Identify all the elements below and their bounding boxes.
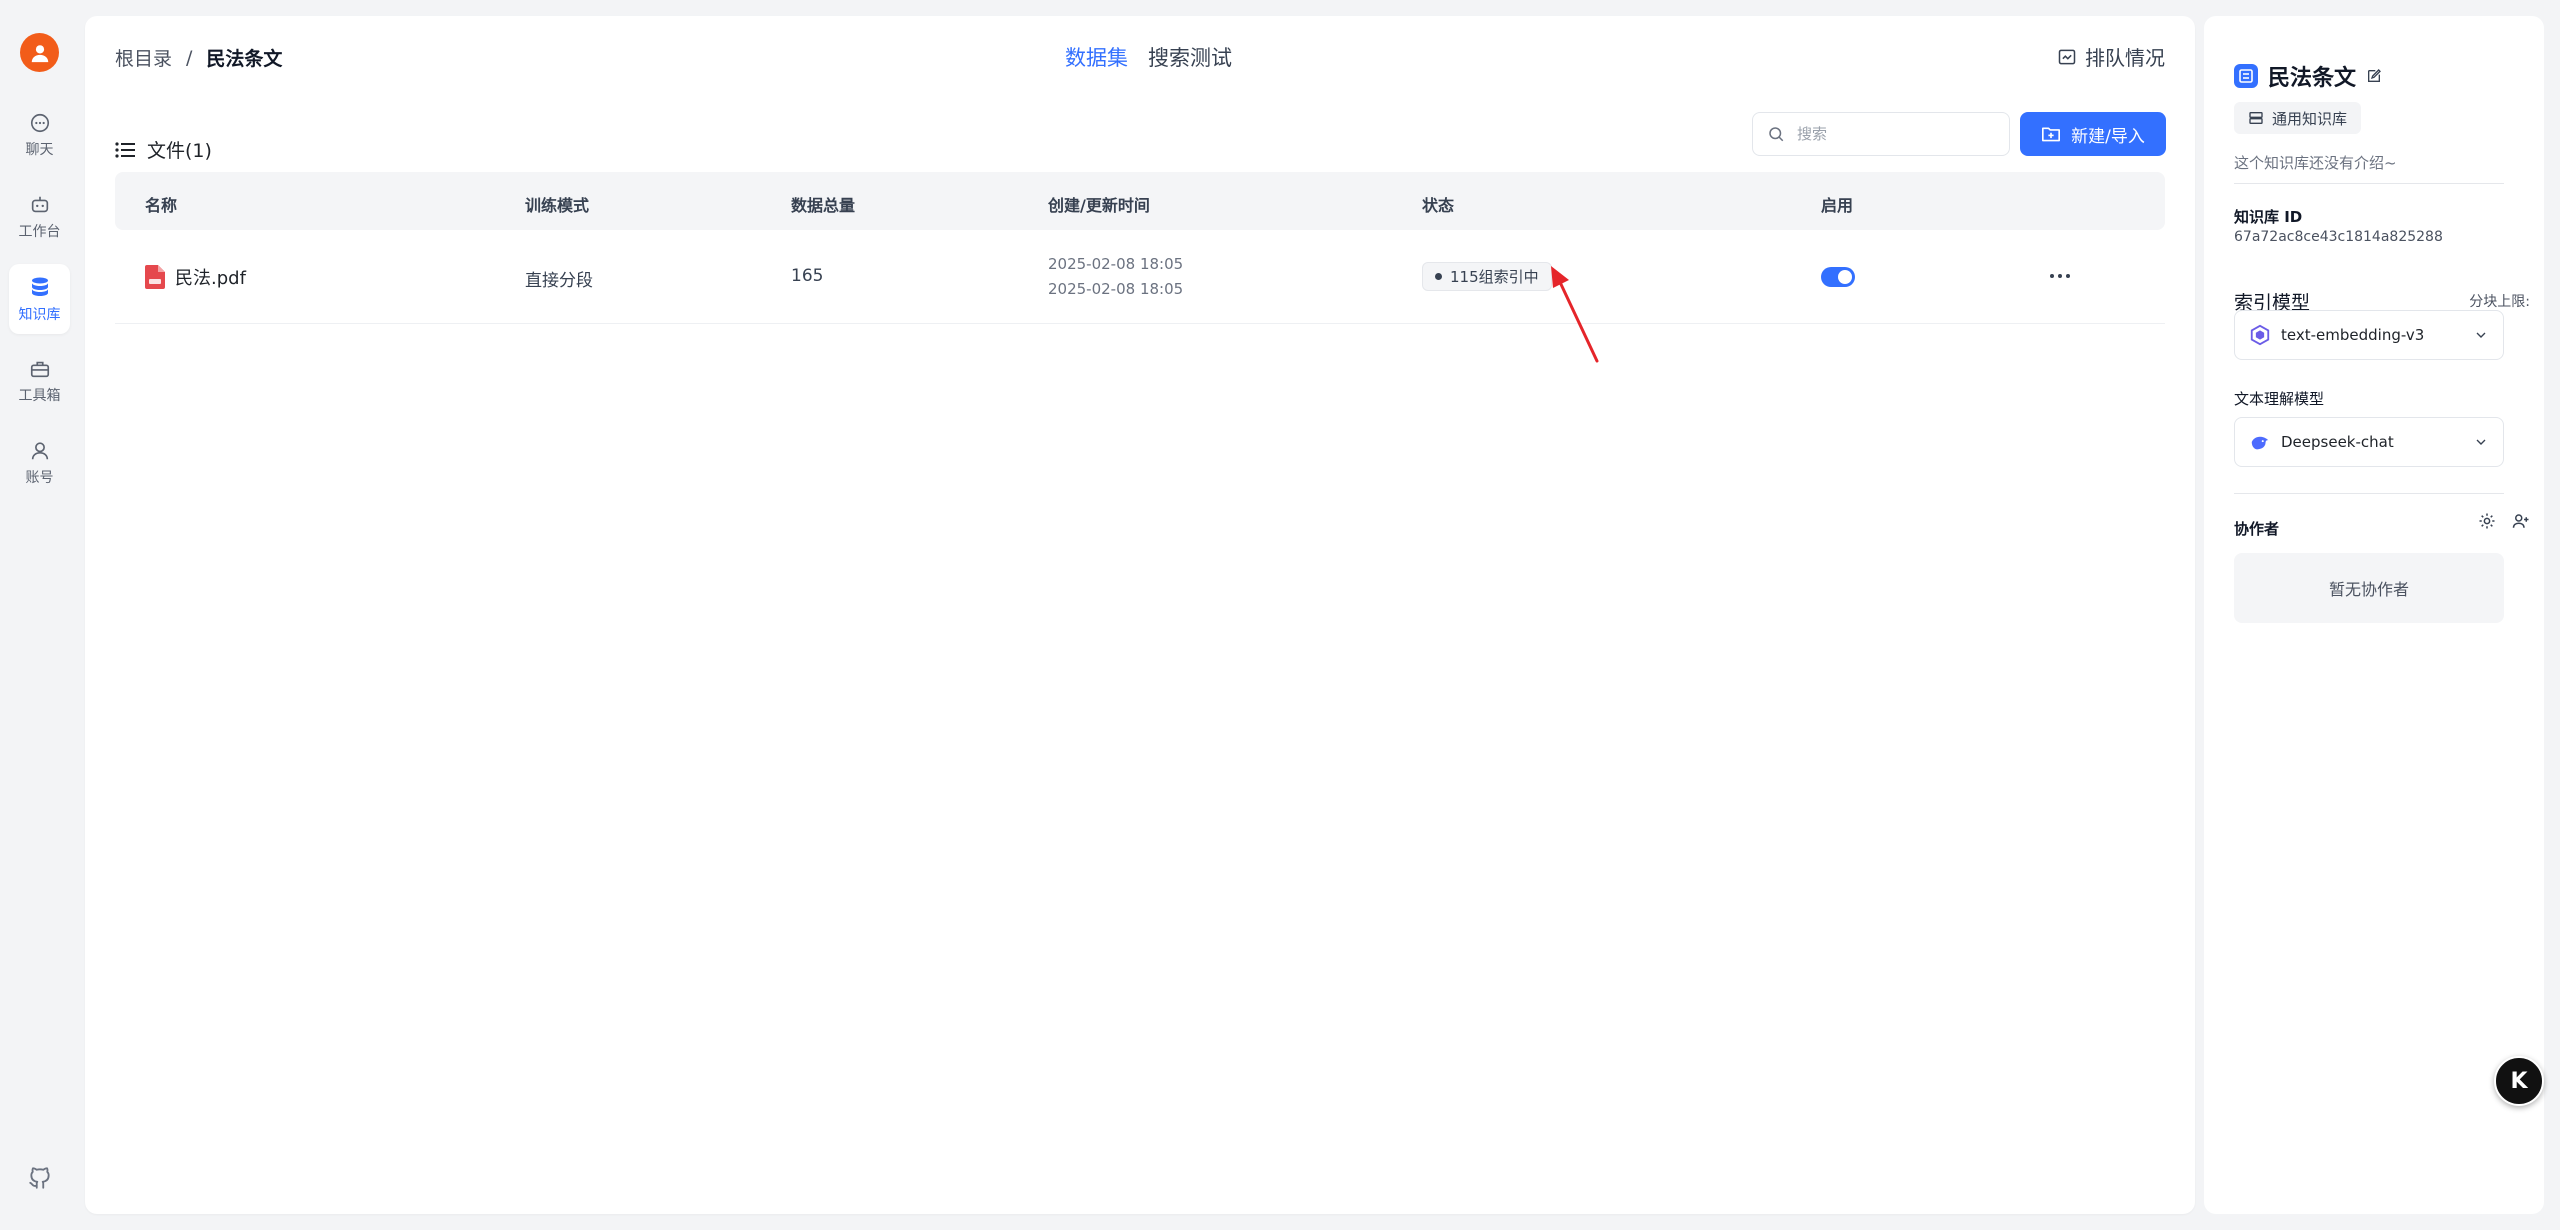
header-tabs: 数据集 搜索测试 bbox=[1065, 42, 1232, 72]
table-header: 名称 训练模式 数据总量 创建/更新时间 状态 启用 bbox=[115, 172, 2165, 230]
column-header-status: 状态 bbox=[1422, 196, 1455, 215]
kb-title: 民法条文 bbox=[2234, 60, 2382, 92]
storage-icon bbox=[2249, 112, 2263, 124]
user-avatar-icon bbox=[31, 44, 48, 62]
nav-item-label: 工具箱 bbox=[18, 387, 61, 404]
index-model-value: text-embedding-v3 bbox=[2281, 326, 2425, 344]
queue-status-button[interactable]: 排队情况 bbox=[2057, 42, 2165, 71]
main-panel: 根目录 / 民法条文 数据集 搜索测试 排队情况 文件(1) 搜索 新建/导入 … bbox=[85, 16, 2195, 1214]
new-import-button[interactable]: 新建/导入 bbox=[2020, 112, 2166, 156]
text-model-label: 文本理解模型 bbox=[2234, 390, 2325, 408]
list-icon bbox=[115, 141, 135, 158]
github-icon bbox=[29, 1167, 50, 1189]
kb-type-label: 通用知识库 bbox=[2272, 109, 2348, 128]
file-name: 民法.pdf bbox=[175, 268, 246, 289]
tab-search-test[interactable]: 搜索测试 bbox=[1148, 42, 1232, 72]
knowledge-base-info-panel: 民法条文 通用知识库 这个知识库还没有介绍~ 知识库 ID 67a72ac8ce… bbox=[2204, 16, 2544, 1214]
nav-item-label: 工作台 bbox=[18, 223, 61, 240]
nav-item-label: 知识库 bbox=[18, 306, 61, 323]
kb-intro: 这个知识库还没有介绍~ bbox=[2234, 154, 2397, 172]
column-header-count: 数据总量 bbox=[791, 196, 856, 215]
queue-label: 排队情况 bbox=[2085, 46, 2165, 70]
deepseek-whale-icon bbox=[2251, 436, 2269, 450]
breadcrumb-separator: / bbox=[186, 46, 193, 69]
kb-badge-icon bbox=[2234, 64, 2258, 88]
nav-item-label: 账号 bbox=[25, 469, 54, 486]
nav-item-workbench[interactable]: 工作台 bbox=[9, 182, 70, 252]
nav-item-chat[interactable]: 聊天 bbox=[9, 100, 70, 170]
updated-time: 2025-02-08 18:05 bbox=[1048, 280, 1184, 298]
chat-icon bbox=[30, 113, 49, 132]
toggle-switch[interactable] bbox=[1821, 267, 1855, 287]
gear-icon[interactable] bbox=[2478, 512, 2496, 530]
search-box[interactable] bbox=[1752, 112, 2010, 156]
tab-dataset[interactable]: 数据集 bbox=[1065, 42, 1128, 72]
toggle-knob bbox=[1838, 270, 1852, 284]
data-count: 165 bbox=[791, 266, 824, 286]
folder-plus-icon bbox=[2042, 127, 2061, 142]
nav-item-label: 聊天 bbox=[25, 141, 54, 158]
status-text: 115组索引中 bbox=[1450, 268, 1539, 286]
database-icon bbox=[31, 277, 48, 296]
divider bbox=[2234, 493, 2504, 494]
chevron-down-icon bbox=[2476, 332, 2486, 338]
pdf-file-icon bbox=[145, 265, 165, 289]
kb-name: 民法条文 bbox=[2268, 66, 2357, 91]
breadcrumb: 根目录 / 民法条文 bbox=[115, 44, 282, 71]
kb-book-icon bbox=[2239, 69, 2253, 83]
queue-icon bbox=[2058, 49, 2076, 64]
more-dot bbox=[2058, 274, 2062, 278]
kb-id-label: 知识库 ID bbox=[2234, 208, 2303, 226]
breadcrumb-root[interactable]: 根目录 bbox=[115, 44, 172, 71]
file-name-cell[interactable]: 民法.pdf bbox=[145, 264, 246, 290]
column-header-name: 名称 bbox=[145, 196, 178, 215]
more-dot bbox=[2066, 274, 2070, 278]
breadcrumb-current: 民法条文 bbox=[206, 48, 283, 70]
enable-toggle[interactable] bbox=[1821, 267, 1855, 287]
annotation-arrow-icon bbox=[1551, 266, 1599, 363]
more-dot bbox=[2050, 274, 2054, 278]
text-model-value: Deepseek-chat bbox=[2281, 433, 2394, 451]
collaborators-label: 协作者 bbox=[2234, 520, 2280, 538]
table-row[interactable]: 民法.pdf 直接分段 165 2025-02-08 18:05 2025-02… bbox=[115, 230, 2165, 324]
assistant-logo-icon: K bbox=[2510, 1068, 2528, 1094]
status-dot bbox=[1435, 273, 1442, 280]
column-header-enabled: 启用 bbox=[1821, 196, 1854, 215]
index-model-select[interactable]: text-embedding-v3 bbox=[2234, 310, 2504, 360]
nav-item-account[interactable]: 账号 bbox=[9, 428, 70, 498]
floating-assistant-button[interactable]: K bbox=[2494, 1056, 2544, 1106]
user-icon bbox=[31, 441, 48, 459]
status-badge: 115组索引中 bbox=[1422, 262, 1552, 291]
left-nav: 聊天 工作台 知识库 工具箱 账号 bbox=[0, 0, 80, 1230]
new-import-label: 新建/导入 bbox=[2071, 126, 2145, 147]
divider bbox=[2234, 183, 2504, 184]
text-model-select[interactable]: Deepseek-chat bbox=[2234, 417, 2504, 467]
column-header-mode: 训练模式 bbox=[525, 196, 590, 215]
column-header-time: 创建/更新时间 bbox=[1048, 196, 1150, 215]
kb-type-badge: 通用知识库 bbox=[2234, 102, 2362, 134]
add-user-icon[interactable] bbox=[2512, 512, 2530, 530]
time-cell: 2025-02-08 18:05 2025-02-08 18:05 bbox=[1048, 252, 1183, 302]
more-actions-button[interactable] bbox=[2050, 274, 2070, 278]
training-mode: 直接分段 bbox=[525, 271, 593, 291]
edit-icon[interactable] bbox=[2366, 68, 2382, 84]
user-avatar[interactable] bbox=[20, 33, 59, 72]
collaborator-actions bbox=[2478, 512, 2530, 530]
toolbox-icon bbox=[30, 361, 49, 377]
qwen-model-icon bbox=[2250, 324, 2270, 346]
created-time: 2025-02-08 18:05 bbox=[1048, 255, 1184, 273]
nav-item-toolbox[interactable]: 工具箱 bbox=[9, 346, 70, 416]
files-count-label: 文件(1) bbox=[147, 140, 212, 162]
collaborators-empty: 暂无协作者 bbox=[2234, 553, 2504, 623]
chevron-down-icon bbox=[2476, 439, 2486, 445]
robot-icon bbox=[31, 196, 48, 212]
nav-item-knowledge-base[interactable]: 知识库 bbox=[9, 264, 70, 334]
search-icon bbox=[1769, 127, 1784, 142]
kb-id-value[interactable]: 67a72ac8ce43c1814a825288 bbox=[2234, 229, 2443, 245]
status-cell: 115组索引中 bbox=[1422, 262, 1552, 291]
github-link[interactable] bbox=[27, 1165, 53, 1195]
chunk-limit-label: 分块上限: bbox=[2469, 294, 2530, 310]
files-title: 文件(1) bbox=[115, 136, 212, 163]
search-input[interactable] bbox=[1795, 124, 1995, 144]
